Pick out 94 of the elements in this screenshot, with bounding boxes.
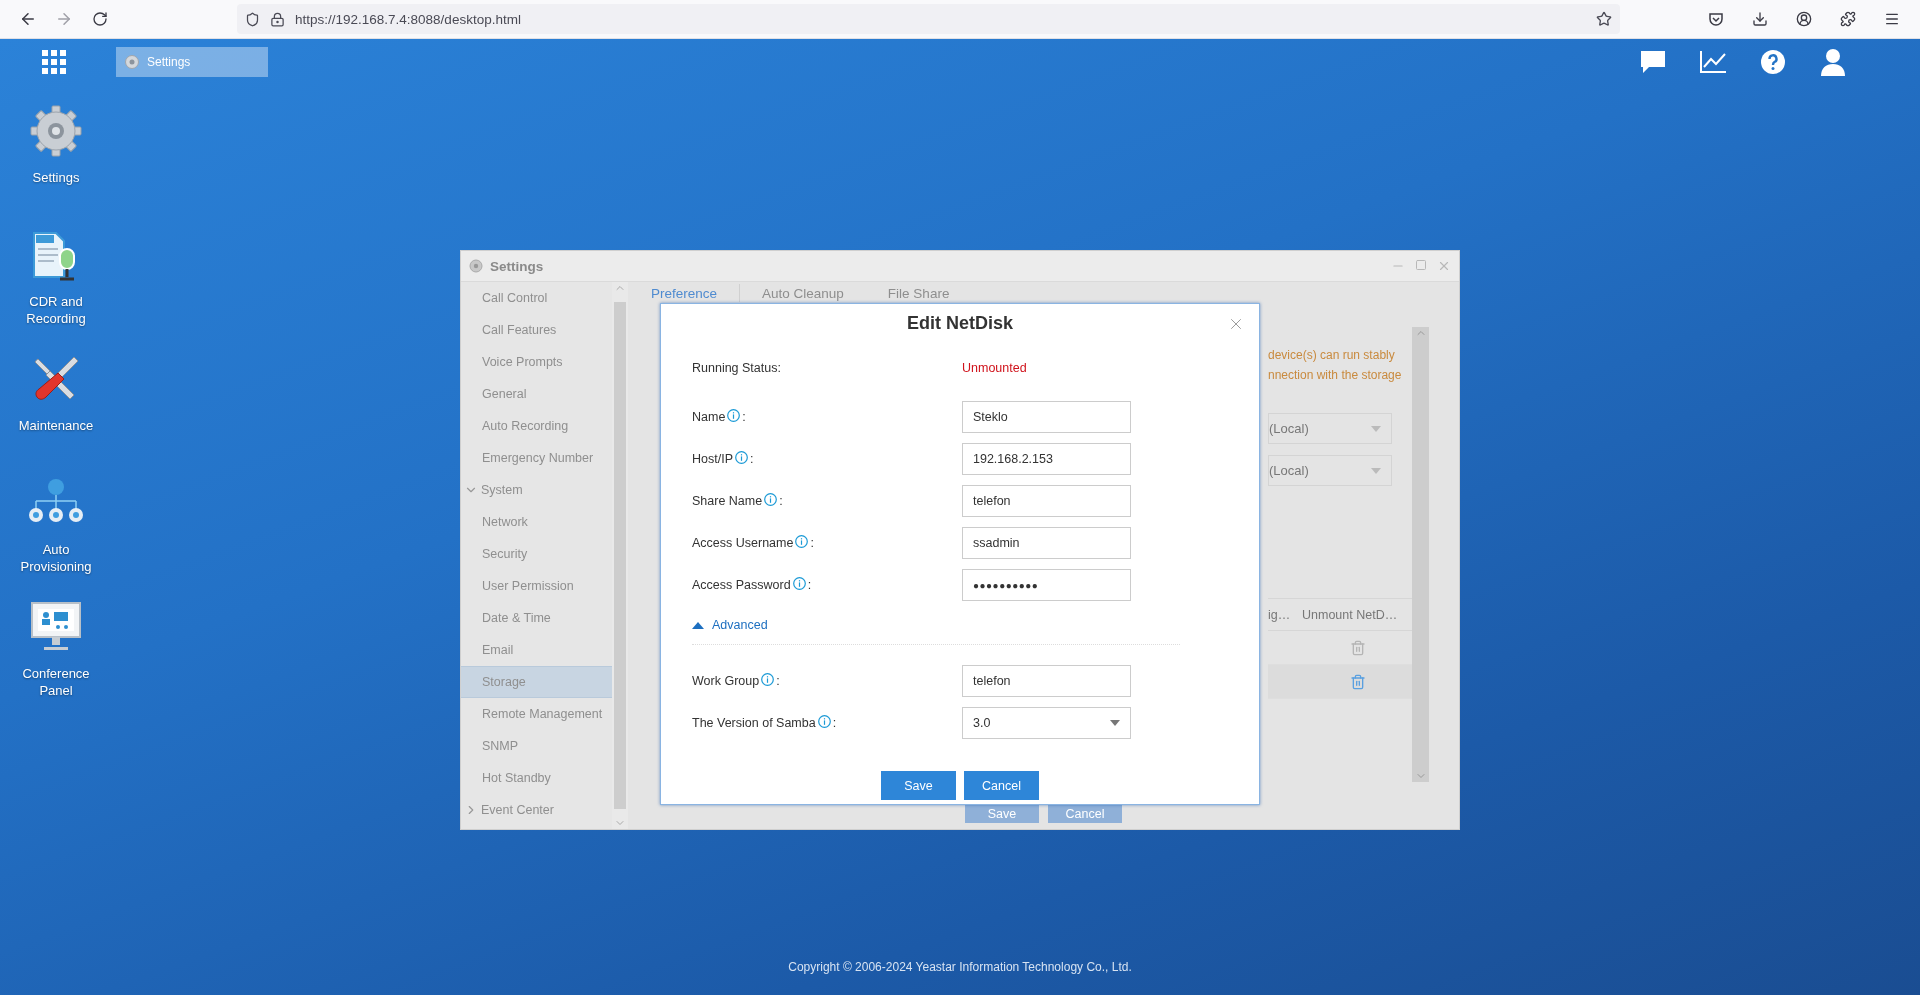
caret-icon [1371,425,1381,432]
address-bar[interactable]: https://192.168.7.4:8088/desktop.html [237,4,1620,34]
nav-item[interactable]: Call Control [461,282,613,314]
nav-item[interactable]: Date & Time [461,602,613,634]
task-button[interactable]: Settings [116,46,268,77]
nav-item[interactable]: Remote Management [461,698,613,730]
nav-item[interactable]: Hot Standby [461,762,613,794]
gear-icon [124,53,140,70]
colon-text: : [779,494,783,508]
info-icon [727,408,741,422]
scrollbar-thumb[interactable] [614,302,627,809]
pocket-icon [1708,11,1724,27]
nav-item[interactable]: Voice Prompts [461,346,613,378]
tab[interactable]: Auto Cleanup [762,284,866,302]
colon-text: : [750,452,754,466]
nav-item[interactable]: Emergency Number [461,442,613,474]
puzzle-icon [1840,11,1856,27]
info-icon [795,534,809,548]
password-field[interactable]: ●●●●●●●●●● [962,569,1131,601]
nav-item[interactable]: Storage [461,666,613,698]
notice-text: nnection with the storage [1268,367,1403,384]
text-field[interactable]: 192.168.2.153 [962,443,1131,475]
storage-dropdown[interactable]: (Local) [1268,455,1392,486]
storage-dropdown[interactable]: (Local) [1268,413,1392,444]
field-label: Name [692,410,726,424]
download-icon [1752,11,1768,27]
desktop-app-label: Conference Panel [21,665,91,699]
desktop-app-label: CDR and Recording [25,293,87,327]
colon-text: : [807,578,812,592]
shield-icon [245,11,260,27]
star-icon[interactable] [1596,11,1612,27]
nav-item[interactable]: Network [461,506,613,538]
info-icon [764,492,778,506]
app-grid-icon[interactable] [42,49,66,74]
nav-group[interactable]: Event Center [461,794,613,826]
window-title: Settings [490,258,544,274]
field-label: Work Group [692,674,760,688]
line-chart-icon [1699,49,1727,74]
field-label: Share Name [692,494,763,508]
menu-icon [1884,11,1900,27]
caret-icon [1371,467,1381,474]
help-icon [1760,48,1786,75]
reload-icon [92,11,108,27]
notice-text: device(s) can run stably [1268,347,1396,364]
url-text: https://192.168.7.4:8088/desktop.html [295,11,522,27]
tab[interactable]: File Share [887,284,972,302]
cancel-button[interactable]: Cancel [964,771,1039,800]
nav-item[interactable]: Auto Recording [461,410,613,442]
field-label: Running Status: [692,361,781,375]
save-button[interactable]: Save [881,771,956,800]
version-dropdown[interactable]: 3.0 [962,707,1131,739]
info-icon [735,450,748,464]
field-label: Access Password [692,578,791,592]
info-icon [792,576,806,590]
gear-icon [30,105,82,157]
copyright-text: Copyright © 2006-2024 Yeastar Information Technology Co., Ltd. [788,960,1132,974]
field-label: The Version of Samba [692,716,816,730]
desktop-app-label: Auto Provisioning [19,541,93,575]
colon-text: : [742,410,746,424]
desktop-app-label: Maintenance [17,417,95,434]
info-icon [761,672,775,686]
tab[interactable]: Preference [651,284,741,302]
text-field[interactable]: telefon [962,485,1131,517]
arrow-right-icon [55,10,73,28]
status-value: Unmounted [962,361,1027,375]
nav-group[interactable]: System [461,474,613,506]
nav-item[interactable]: SNMP [461,730,613,762]
nav-item[interactable]: Security [461,538,613,570]
nav-item[interactable]: User Permission [461,570,613,602]
nav-item[interactable]: General [461,378,613,410]
user-button[interactable] [1818,46,1848,77]
chat-icon [1640,49,1666,74]
account-icon [1796,11,1812,27]
nav-item[interactable]: Call Features [461,314,613,346]
text-field[interactable]: ssadmin [962,527,1131,559]
info-icon [817,714,831,728]
field-label: Access Username [692,536,794,550]
colon-text: : [776,674,780,688]
field-label: Host/IP [692,452,733,466]
caret-up-icon [692,621,704,629]
gear-icon [469,259,483,273]
column-header: ig… [1268,607,1292,622]
text-field[interactable]: telefon [962,665,1131,697]
advanced-toggle[interactable]: Advanced [692,618,768,632]
caret-icon [1110,720,1120,726]
dialog-title: Edit NetDisk [907,313,1013,334]
column-header: Unmount NetD… [1302,607,1399,622]
desktop-app-label: Settings [31,169,81,186]
colon-text: : [810,536,814,550]
nav-item[interactable]: Email [461,634,613,666]
lock-icon [270,11,285,27]
colon-text: : [832,716,837,730]
user-icon [1820,47,1846,76]
text-field[interactable]: Steklo [962,401,1131,433]
